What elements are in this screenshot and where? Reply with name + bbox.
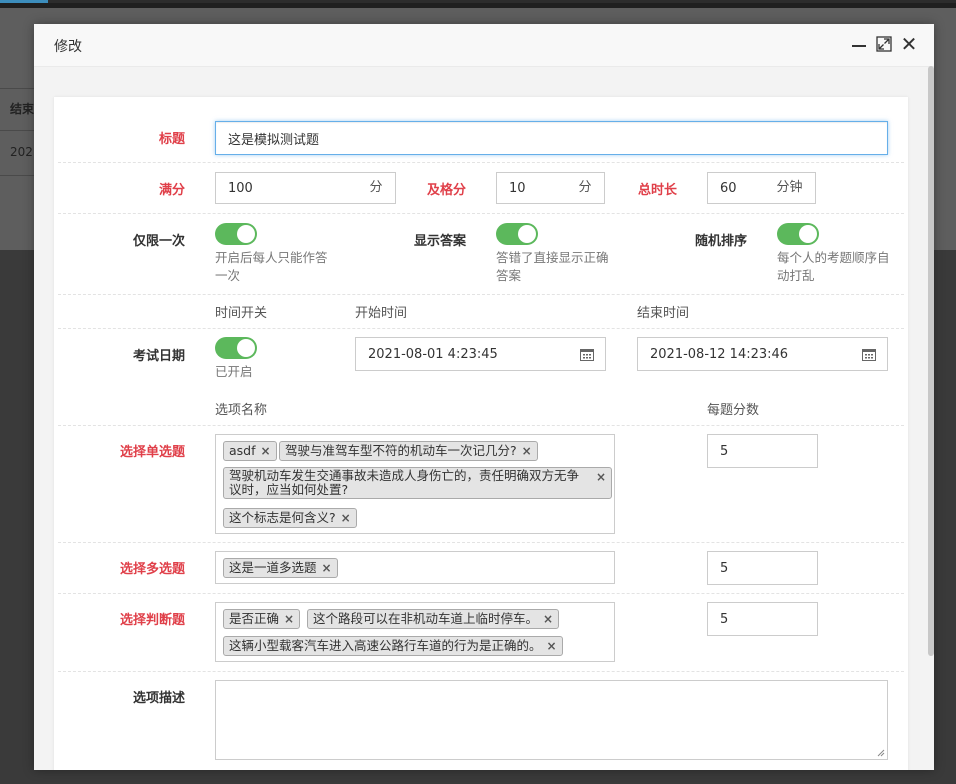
tag-label: asdf bbox=[229, 443, 256, 458]
end-time-input[interactable] bbox=[637, 337, 851, 371]
row-divider bbox=[58, 425, 904, 426]
time-switch-header: 时间开关 bbox=[215, 306, 268, 321]
multi-choice-tag: 这是一道多选题 × bbox=[223, 558, 338, 578]
remove-tag-icon[interactable]: × bbox=[543, 610, 553, 628]
row-divider bbox=[58, 593, 904, 594]
exam-date-label: 考试日期 bbox=[132, 349, 185, 364]
exam-date-toggle[interactable] bbox=[215, 337, 257, 359]
show-answer-label: 显示答案 bbox=[414, 234, 467, 249]
modal-title: 修改 bbox=[54, 39, 82, 55]
single-choice-select[interactable]: asdf × 驾驶与准驾车型不符的机动车一次记几分? × 驾驶机动车发生交通事故未造… bbox=[215, 434, 615, 534]
description-label: 选项描述 bbox=[132, 691, 185, 706]
multi-choice-label: 选择多选题 bbox=[119, 562, 185, 577]
start-calendar-button[interactable] bbox=[568, 337, 606, 371]
row-divider bbox=[58, 328, 904, 329]
remove-tag-icon[interactable]: × bbox=[321, 559, 331, 577]
multi-choice-select[interactable]: 这是一道多选题 × bbox=[215, 551, 615, 584]
single-choice-score-input[interactable] bbox=[707, 434, 818, 468]
score-per-question-header: 每题分数 bbox=[707, 403, 760, 418]
pass-score-input[interactable] bbox=[496, 172, 567, 204]
once-only-hint: 开启后每人只能作答一次 bbox=[215, 250, 328, 283]
row-divider bbox=[58, 162, 904, 163]
full-score-unit: 分 bbox=[357, 172, 396, 204]
remove-tag-icon[interactable]: × bbox=[260, 442, 270, 460]
judge-select[interactable]: 是否正确 × 这个路段可以在非机动车道上临时停车。 × 这辆小型载客汽车进入高速公路… bbox=[215, 602, 615, 662]
once-only-label: 仅限一次 bbox=[132, 234, 185, 249]
exam-date-status: 已开启 bbox=[215, 364, 253, 379]
remove-tag-icon[interactable]: × bbox=[546, 637, 556, 655]
form-panel: 标题 满分 分 及格分 分 总时长 分钟 仅限一次 开启后每人只能作答一次 显示… bbox=[54, 97, 908, 770]
minimize-icon[interactable] bbox=[850, 34, 868, 54]
single-choice-tag: 驾驶机动车发生交通事故未造成人身伤亡的，责任明确双方无争议时，应当如何处置? × bbox=[223, 467, 612, 499]
edit-modal: 修改 ✕ 标题 满分 分 及格分 分 总时长 分钟 仅限一次 开启后每人只能作答… bbox=[34, 24, 934, 770]
description-textarea[interactable] bbox=[215, 680, 888, 760]
tag-label: 这个标志是何含义? bbox=[229, 510, 336, 525]
tag-label: 这辆小型载客汽车进入高速公路行车道的行为是正确的。 bbox=[229, 638, 542, 653]
tag-label: 驾驶与准驾车型不符的机动车一次记几分? bbox=[285, 443, 517, 458]
random-order-label: 随机排序 bbox=[695, 234, 748, 249]
title-label: 标题 bbox=[158, 132, 185, 147]
single-choice-tag: 这个标志是何含义? × bbox=[223, 508, 357, 528]
remove-tag-icon[interactable]: × bbox=[522, 442, 532, 460]
calendar-icon bbox=[862, 349, 876, 361]
background-cell: 202 bbox=[10, 145, 33, 159]
judge-label: 选择判断题 bbox=[119, 613, 185, 628]
pass-score-unit: 分 bbox=[566, 172, 605, 204]
remove-tag-icon[interactable]: × bbox=[284, 610, 294, 628]
duration-label: 总时长 bbox=[638, 183, 678, 198]
once-only-toggle[interactable] bbox=[215, 223, 257, 245]
full-score-input[interactable] bbox=[215, 172, 358, 204]
start-time-input[interactable] bbox=[355, 337, 569, 371]
random-order-toggle[interactable] bbox=[777, 223, 819, 245]
tag-label: 驾驶机动车发生交通事故未造成人身伤亡的，责任明确双方无争议时，应当如何处置? bbox=[229, 468, 580, 497]
single-choice-tag: asdf × bbox=[223, 441, 277, 461]
show-answer-hint: 答错了直接显示正确答案 bbox=[496, 250, 609, 283]
row-divider bbox=[58, 213, 904, 214]
remove-tag-icon[interactable]: × bbox=[596, 470, 606, 484]
row-divider bbox=[58, 542, 904, 543]
modal-scrollbar[interactable] bbox=[928, 66, 934, 656]
start-time-header: 开始时间 bbox=[355, 306, 408, 321]
end-calendar-button[interactable] bbox=[850, 337, 888, 371]
single-choice-label: 选择单选题 bbox=[119, 445, 185, 460]
resize-grip-icon[interactable] bbox=[877, 749, 885, 757]
option-name-header: 选项名称 bbox=[215, 403, 268, 418]
duration-input[interactable] bbox=[707, 172, 765, 204]
row-divider bbox=[58, 671, 904, 672]
background-column-header: 结束 bbox=[10, 102, 35, 116]
duration-unit: 分钟 bbox=[764, 172, 816, 204]
show-answer-toggle[interactable] bbox=[496, 223, 538, 245]
close-icon[interactable]: ✕ bbox=[900, 34, 918, 54]
pass-score-label: 及格分 bbox=[427, 183, 467, 198]
multi-choice-score-input[interactable] bbox=[707, 551, 818, 585]
remove-tag-icon[interactable]: × bbox=[341, 509, 351, 527]
random-order-hint: 每个人的考题顺序自动打乱 bbox=[777, 250, 890, 283]
tag-label: 这个路段可以在非机动车道上临时停车。 bbox=[313, 611, 539, 626]
row-divider bbox=[58, 294, 904, 295]
modal-header: 修改 ✕ bbox=[34, 24, 934, 67]
calendar-icon bbox=[580, 349, 594, 361]
full-score-label: 满分 bbox=[158, 183, 185, 198]
tag-label: 这是一道多选题 bbox=[229, 560, 317, 575]
maximize-icon[interactable] bbox=[875, 34, 893, 54]
judge-tag: 这个路段可以在非机动车道上临时停车。 × bbox=[307, 609, 560, 629]
title-input[interactable] bbox=[215, 121, 888, 155]
end-time-header: 结束时间 bbox=[637, 306, 690, 321]
judge-tag: 是否正确 × bbox=[223, 609, 301, 629]
judge-tag: 这辆小型载客汽车进入高速公路行车道的行为是正确的。 × bbox=[223, 636, 563, 656]
single-choice-tag: 驾驶与准驾车型不符的机动车一次记几分? × bbox=[279, 441, 538, 461]
tag-label: 是否正确 bbox=[229, 611, 280, 626]
judge-score-input[interactable] bbox=[707, 602, 818, 636]
